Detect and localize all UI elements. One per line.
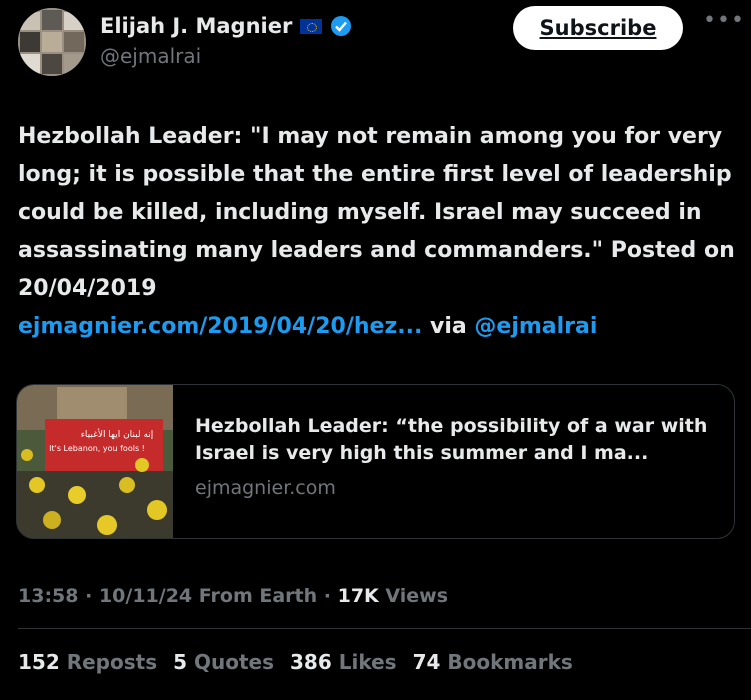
link-preview-card[interactable]: إنه لبنان ايها الأغبياء It's Lebanon, yo… <box>16 384 735 539</box>
quotes-count: 5 <box>173 650 188 674</box>
quotes-stat[interactable]: 5 Quotes <box>173 650 274 674</box>
tweet-body: Hezbollah Leader: "I may not remain amon… <box>18 124 735 301</box>
author-name-row: Elijah J. Magnier <box>100 14 352 38</box>
bookmarks-stat[interactable]: 74 Bookmarks <box>413 650 573 674</box>
tweet-header: Elijah J. Magnier @ejmalrai Subscribe ••… <box>0 0 751 100</box>
card-title: Hezbollah Leader: “the possibility of a … <box>195 415 708 464</box>
subscribe-button[interactable]: Subscribe <box>513 6 683 50</box>
verified-badge-icon <box>331 16 352 36</box>
author-handle[interactable]: @ejmalrai <box>100 44 201 68</box>
via-handle-link[interactable]: @ejmalrai <box>474 314 597 339</box>
tweet-date[interactable]: 10/11/24 <box>99 585 192 607</box>
views-count: 17K <box>337 585 379 607</box>
eu-flag-icon <box>300 18 323 34</box>
tweet-link[interactable]: ejmagnier.com/2019/04/20/hez... <box>18 314 422 339</box>
likes-label: Likes <box>331 650 397 674</box>
tweet-metadata: 13:58 · 10/11/24 From Earth · 17K Views <box>18 585 448 607</box>
tweet-text: Hezbollah Leader: "I may not remain amon… <box>18 118 738 346</box>
reposts-label: Reposts <box>59 650 158 674</box>
quotes-label: Quotes <box>187 650 275 674</box>
author-name[interactable]: Elijah J. Magnier <box>100 14 292 38</box>
reposts-count: 152 <box>18 650 60 674</box>
avatar[interactable] <box>18 8 86 76</box>
more-options-icon[interactable]: ••• <box>703 8 745 33</box>
avatar-image <box>18 8 86 76</box>
tweet-time[interactable]: 13:58 <box>18 585 78 607</box>
likes-stat[interactable]: 386 Likes <box>290 650 397 674</box>
banner-text-arabic: إنه لبنان ايها الأغبياء <box>81 428 154 440</box>
meta-separator: · <box>78 585 99 607</box>
tweet-location: From Earth <box>192 585 318 607</box>
bookmarks-count: 74 <box>412 650 441 674</box>
banner-text-english: It's Lebanon, you fools ! <box>49 444 145 453</box>
meta-separator: · <box>317 585 338 607</box>
engagement-stats: 152 Reposts 5 Quotes 386 Likes 74 Bookma… <box>18 650 573 674</box>
reposts-stat[interactable]: 152 Reposts <box>18 650 157 674</box>
views-label: Views <box>378 585 449 607</box>
divider <box>18 628 751 629</box>
via-label: via <box>430 314 467 339</box>
likes-count: 386 <box>290 650 332 674</box>
bookmarks-label: Bookmarks <box>440 650 573 674</box>
card-domain: ejmagnier.com <box>195 477 336 499</box>
card-thumbnail-image: إنه لبنان ايها الأغبياء It's Lebanon, yo… <box>17 385 173 538</box>
